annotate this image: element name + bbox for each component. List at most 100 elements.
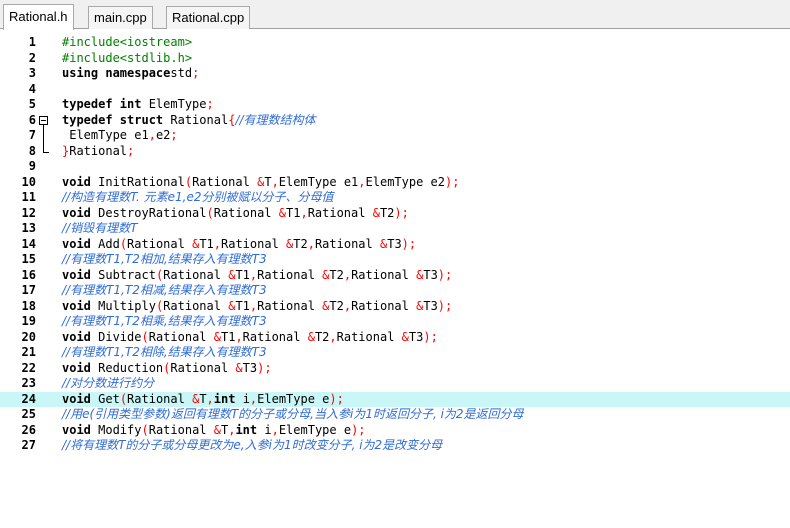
code-text: void InitRational(Rational &T,ElemType e…	[62, 175, 459, 191]
code-token: );	[329, 391, 344, 406]
line-number: 22	[21, 360, 36, 375]
code-line[interactable]: 9	[0, 159, 790, 175]
code-token: InitRational	[90, 174, 185, 189]
code-token: ,	[329, 329, 337, 344]
code-line[interactable]: 21 //有理数T1,T2相除,结果存入有理数T3	[0, 345, 790, 361]
code-token: void	[62, 205, 91, 220]
code-line[interactable]: 6 typedef struct Rational{//有理数结构体	[0, 113, 790, 129]
code-token: );	[394, 205, 409, 220]
code-line[interactable]: 24 void Get(Rational &T,int i,ElemType e)…	[0, 391, 790, 407]
code-line[interactable]: 20 void Divide(Rational &T1,Rational &T2,…	[0, 330, 790, 346]
code-token: Rational	[148, 329, 214, 344]
line-number: 14	[21, 236, 36, 251]
code-token: );	[437, 298, 453, 313]
code-text: ElemType e1,e2;	[62, 128, 178, 144]
code-token: void	[62, 391, 91, 406]
code-line[interactable]: 8}Rational;	[0, 144, 790, 160]
code-line[interactable]: 13 //销毁有理数T	[0, 221, 790, 237]
line-number: 21	[21, 345, 36, 359]
code-token: Rational	[307, 205, 373, 220]
code-text: //销毁有理数T	[62, 221, 137, 237]
line-number: 6	[28, 112, 36, 127]
code-line[interactable]: 1 #include<iostream>	[0, 35, 790, 51]
collapse-fold-icon[interactable]	[39, 115, 48, 125]
code-token: ElemType e1	[278, 174, 359, 189]
line-number: 5	[28, 97, 36, 111]
code-line[interactable]: 23 //对分数进行约分	[0, 376, 790, 392]
line-number: 20	[21, 329, 36, 344]
line-number: 25	[21, 407, 36, 421]
line-number: 16	[21, 267, 36, 282]
code-line[interactable]: 26 void Modify(Rational &T,int i,ElemType…	[0, 423, 790, 439]
code-text: //有理数T1,T2相乘,结果存入有理数T3	[62, 314, 267, 330]
code-token: &	[278, 205, 286, 220]
code-line[interactable]: 27 //将有理数T的分子或分母更改为e,入参i为1时改变分子, i为2是改变分母	[0, 438, 790, 454]
code-token: ElemType e	[278, 422, 352, 437]
code-token: T2	[329, 298, 344, 313]
code-token: Rational	[163, 112, 229, 127]
code-token: ,	[148, 128, 156, 142]
line-number: 18	[21, 298, 36, 313]
tab-rational-cpp[interactable]: Rational.cpp	[166, 6, 251, 29]
code-token: (	[184, 174, 193, 189]
code-token: Subtract	[90, 267, 156, 282]
code-text: void Divide(Rational &T1,Rational &T2,Ra…	[62, 330, 438, 346]
code-line[interactable]: 12 void DestroyRational(Rational &T1,Rati…	[0, 206, 790, 222]
code-comment: //用e(引用类型参数)返回有理数T的分子或分母,当入参i为1时返回分子, i为…	[62, 407, 524, 421]
code-token: Rational	[336, 329, 402, 344]
code-token: void	[62, 267, 91, 282]
code-token: T1	[235, 267, 250, 282]
line-number: 19	[21, 314, 36, 328]
code-token: Rational	[170, 360, 236, 375]
code-token: T3	[423, 267, 438, 282]
code-token: Rational	[257, 298, 323, 313]
code-line[interactable]: 3 using namespacestd;	[0, 66, 790, 82]
code-line[interactable]: 14 void Add(Rational &T1,Rational &T2,Rat…	[0, 237, 790, 253]
code-token: &	[401, 329, 409, 344]
code-token: ,	[358, 174, 366, 189]
code-text: //构造有理数T. 元素e1,e2分别被赋以分子、分母值	[62, 190, 333, 206]
code-token: );	[401, 236, 417, 251]
code-line[interactable]: 17 //有理数T1,T2相减,结果存入有理数T3	[0, 283, 790, 299]
code-line[interactable]: 2 #include<stdlib.h>	[0, 51, 790, 67]
fold-guide-line	[43, 124, 44, 152]
code-token: &	[307, 329, 315, 344]
tab-main-cpp[interactable]: main.cpp	[88, 6, 153, 29]
code-editor[interactable]: 1 #include<iostream> 2 #include<stdlib.h> 3 u…	[0, 30, 790, 528]
code-token: i	[257, 422, 272, 437]
code-token: Modify	[90, 422, 142, 437]
code-token: Reduction	[90, 360, 164, 375]
code-token: Rational	[351, 267, 417, 282]
code-line[interactable]: 7 ElemType e1,e2;	[0, 128, 790, 144]
code-token: Multiply	[90, 298, 156, 313]
code-token: &	[235, 360, 243, 375]
code-line[interactable]: 19 //有理数T1,T2相乘,结果存入有理数T3	[0, 314, 790, 330]
code-token: ,	[271, 174, 279, 189]
code-token: ,	[307, 236, 315, 251]
code-comment: //构造有理数T. 元素e1,e2分别被赋以分子、分母值	[62, 190, 334, 204]
code-token: T1	[220, 329, 236, 344]
code-line[interactable]: 11 //构造有理数T. 元素e1,e2分别被赋以分子、分母值	[0, 190, 790, 206]
tab-rational-h[interactable]: Rational.h	[3, 4, 74, 30]
line-number: 17	[21, 283, 36, 297]
code-token: Get	[90, 391, 120, 406]
code-token: ,	[343, 298, 352, 313]
code-line[interactable]: 4	[0, 82, 790, 98]
code-text: }Rational;	[62, 144, 134, 160]
code-line[interactable]: 15 //有理数T1,T2相加,结果存入有理数T3	[0, 252, 790, 268]
code-line[interactable]: 5 typedef int ElemType;	[0, 97, 790, 113]
code-token: Rational	[314, 236, 380, 251]
code-token: ,	[300, 205, 308, 220]
tab-bar: Rational.h main.cpp Rational.cpp	[0, 0, 790, 30]
code-line[interactable]: 10 void InitRational(Rational &T,ElemType…	[0, 175, 790, 191]
code-token: &	[372, 205, 380, 220]
line-number: 3	[28, 66, 36, 80]
code-line[interactable]: 18 void Multiply(Rational &T1,Rational &T…	[0, 299, 790, 315]
code-line[interactable]: 25 //用e(引用类型参数)返回有理数T的分子或分母,当入参i为1时返回分子, …	[0, 407, 790, 423]
code-line[interactable]: 16 void Subtract(Rational &T1,Rational &T…	[0, 268, 790, 284]
code-token: ElemType e	[257, 391, 330, 406]
code-token: DestroyRational	[90, 205, 207, 220]
code-line[interactable]: 22 void Reduction(Rational &T3);	[0, 361, 790, 377]
code-token: ;	[170, 128, 178, 142]
code-token: Rational	[257, 267, 323, 282]
